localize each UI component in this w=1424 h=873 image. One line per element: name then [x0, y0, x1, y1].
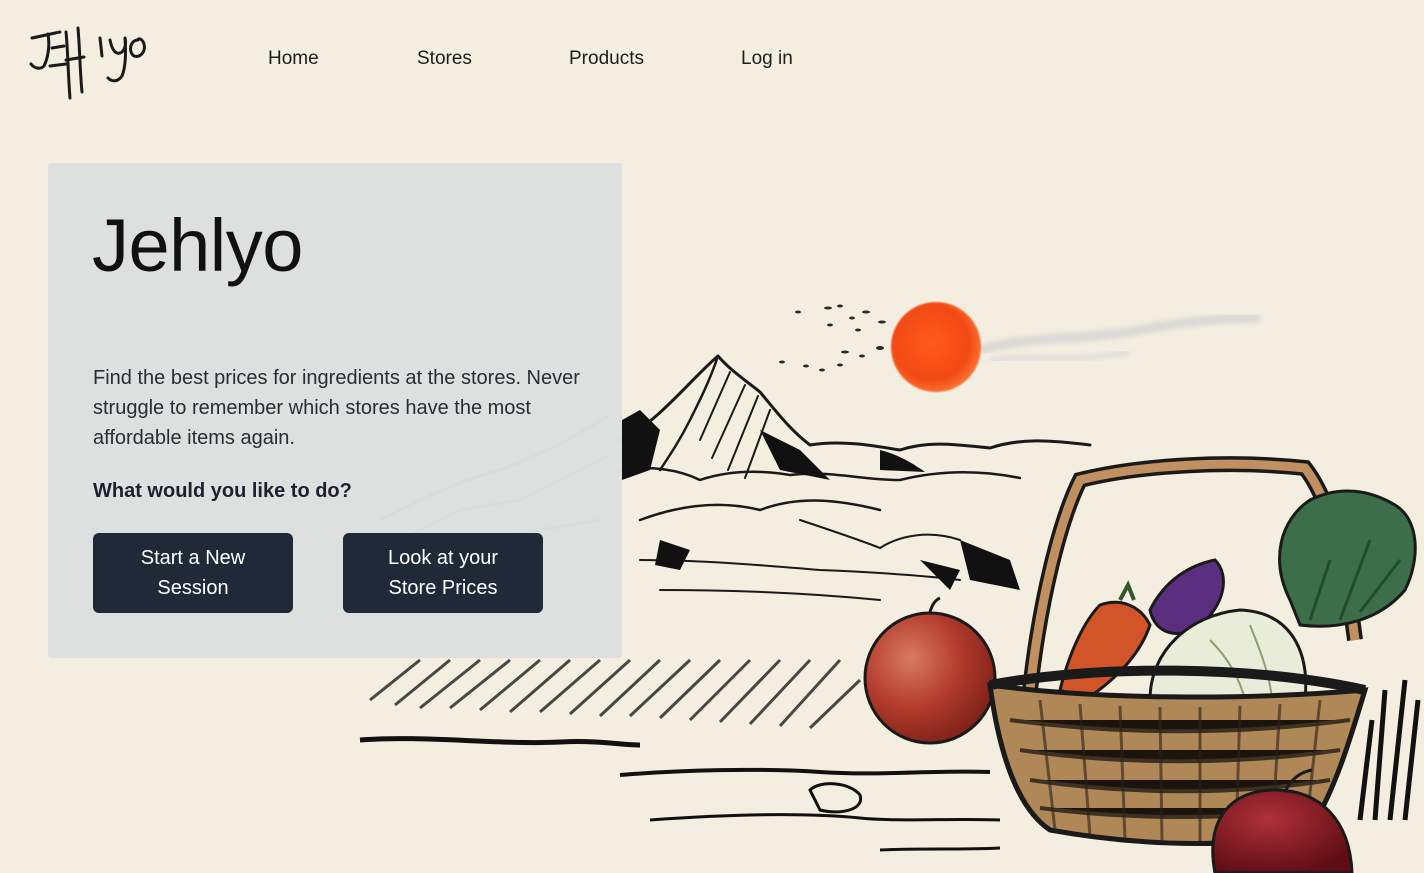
nav-stores[interactable]: Stores	[417, 48, 472, 70]
mountains-icon	[620, 354, 1092, 601]
hero-card: Jehlyo Find the best prices for ingredie…	[48, 163, 622, 658]
start-session-button[interactable]: Start a New Session	[93, 533, 293, 613]
field-lines	[369, 658, 862, 730]
nav-home[interactable]: Home	[268, 48, 319, 70]
store-prices-button[interactable]: Look at your Store Prices	[343, 533, 543, 613]
nav-login[interactable]: Log in	[741, 48, 793, 70]
greens-icon	[1278, 489, 1417, 628]
apple-icon	[863, 596, 997, 745]
birds-icon	[779, 304, 886, 372]
hero-description: Find the best prices for ingredients at …	[93, 367, 580, 449]
hero-prompt: What would you like to do?	[93, 480, 352, 502]
page: Home Stores Products Log in Jehlyo Find …	[0, 0, 1424, 873]
hero-title: Jehlyo	[92, 204, 303, 287]
basket-icon	[987, 456, 1417, 846]
logo[interactable]	[28, 22, 158, 104]
sun-icon	[891, 302, 981, 392]
nav-products[interactable]: Products	[569, 48, 644, 70]
carrot-icon	[1058, 600, 1152, 702]
